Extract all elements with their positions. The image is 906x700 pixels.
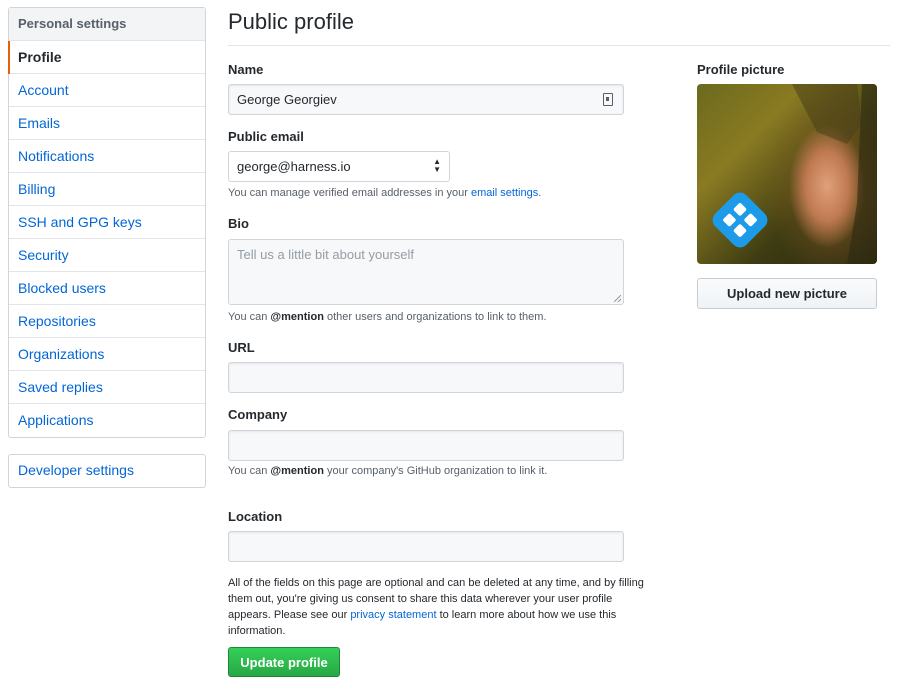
company-input[interactable] [228,430,624,461]
url-label: URL [228,340,255,355]
update-profile-button[interactable]: Update profile [228,647,340,677]
location-label: Location [228,509,283,524]
sidebar-item-developer-settings[interactable]: Developer settings [9,455,205,487]
sidebar-item-security[interactable]: Security [9,239,205,272]
public-email-selected: george@harness.io [237,159,351,174]
resize-grip-icon[interactable] [614,295,621,302]
bio-placeholder: Tell us a little bit about yourself [237,247,415,262]
company-mention: @mention [270,465,324,477]
name-input[interactable]: George Georgiev [228,84,624,115]
sidebar-item-blocked-users[interactable]: Blocked users [9,272,205,305]
privacy-disclaimer: All of the fields on this page are optio… [228,577,644,637]
sidebar-item-emails[interactable]: Emails [9,107,205,140]
privacy-statement-link[interactable]: privacy statement [350,609,436,621]
sidebar-item-notifications[interactable]: Notifications [9,140,205,173]
email-settings-link[interactable]: email settings [471,187,538,199]
bio-label: Bio [228,216,249,231]
settings-sidebar: Personal settings Profile Account Emails… [8,7,206,438]
public-email-note: You can manage verified email addresses … [228,187,542,199]
public-email-select[interactable]: george@harness.io ▲ ▼ [228,151,450,182]
profile-picture-label: Profile picture [697,62,785,77]
sidebar-item-billing[interactable]: Billing [9,173,205,206]
upload-new-picture-button[interactable]: Upload new picture [697,278,877,309]
contact-card-icon [603,93,613,106]
bio-mention: @mention [270,311,324,323]
sidebar-item-ssh-gpg-keys[interactable]: SSH and GPG keys [9,206,205,239]
developer-settings-menu: Developer settings [8,454,206,488]
select-arrows-icon: ▲ ▼ [433,157,441,174]
sidebar-item-organizations[interactable]: Organizations [9,338,205,371]
title-divider [228,45,890,46]
harness-logo-icon [712,192,768,248]
bio-textarea[interactable]: Tell us a little bit about yourself [228,239,624,305]
avatar [697,84,877,264]
avatar-art [712,84,877,264]
company-note: You can @mention your company's GitHub o… [228,465,548,477]
url-input[interactable] [228,362,624,393]
location-input[interactable] [228,531,624,562]
sidebar-item-profile[interactable]: Profile [8,41,205,74]
name-input-value: George Georgiev [237,92,337,107]
company-label: Company [228,407,288,422]
bio-note: You can @mention other users and organiz… [228,311,547,323]
sidebar-item-saved-replies[interactable]: Saved replies [9,371,205,404]
sidebar-item-applications[interactable]: Applications [9,404,205,437]
sidebar-item-repositories[interactable]: Repositories [9,305,205,338]
sidebar-heading: Personal settings [9,8,205,41]
page-title: Public profile [228,9,354,34]
name-label: Name [228,62,264,77]
sidebar-item-account[interactable]: Account [9,74,205,107]
public-email-label: Public email [228,129,304,144]
